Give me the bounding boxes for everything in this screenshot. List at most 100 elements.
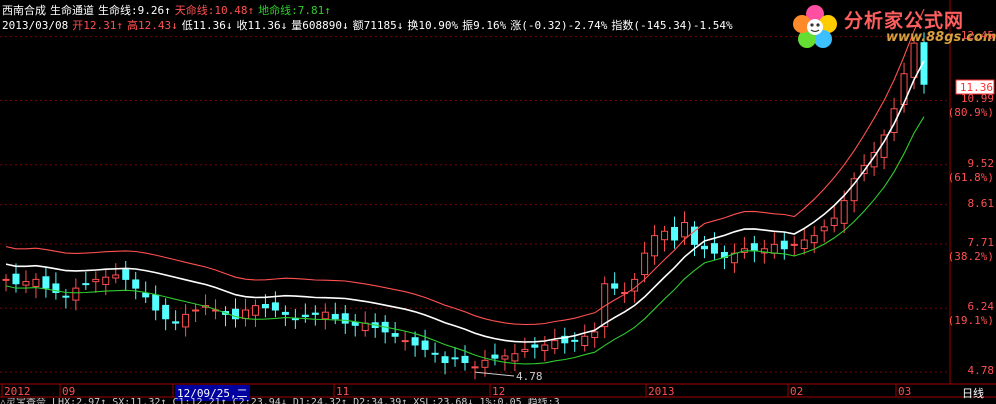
candlestick-series [2, 32, 928, 380]
candle-down [331, 313, 339, 320]
candle-down [261, 303, 269, 309]
candle-up [651, 235, 659, 257]
low-marker-leader [474, 371, 515, 377]
fib-ratio-label: (61.8%) [947, 170, 994, 184]
candle-down [311, 312, 319, 315]
candle-up [790, 243, 798, 246]
candle-up [820, 226, 828, 232]
candle-up [401, 340, 409, 343]
period-low-annotation: 4.78 [516, 370, 543, 383]
price-tick-label: 8.61 [967, 196, 995, 210]
candle-down [281, 311, 289, 315]
candle-down [750, 243, 758, 252]
time-tick-label: 11 [336, 385, 350, 398]
high-price: 高12.43 [126, 19, 172, 32]
candle-down [42, 276, 50, 289]
candle-up [92, 278, 100, 283]
candle-down [391, 333, 399, 337]
candle-up [321, 311, 329, 320]
candle-down [780, 240, 788, 250]
candle-down [421, 340, 429, 350]
candle-up [471, 366, 479, 369]
candle-down [162, 304, 170, 320]
flower-logo-icon [793, 5, 837, 48]
time-tick-label: 02 [790, 385, 804, 398]
down-arrow-icon: ↓ [341, 19, 349, 32]
candle-up [661, 230, 669, 241]
candle-down [12, 273, 20, 285]
down-arrow-icon: ↓ [280, 19, 288, 32]
time-tick-label: 03 [898, 385, 912, 398]
candle-up [22, 281, 30, 286]
candle-up [521, 348, 529, 353]
price-tick-label: 9.52 [967, 156, 995, 170]
candle-up [2, 278, 10, 281]
candle-up [182, 313, 190, 328]
candle-down [441, 356, 449, 363]
candle-down [301, 314, 309, 318]
candle-down [62, 295, 70, 298]
open-price: 开12.31 [72, 19, 117, 32]
candle-up [72, 287, 80, 301]
indicator-name[interactable]: 西南合成 [2, 4, 46, 17]
candle-down [142, 292, 150, 298]
candle-up [501, 355, 509, 360]
indicator-header: 西南合成 生命通道 生命线:9.26↑ 天命线:10.48↑ 地命线:7.81↑ [2, 4, 335, 18]
candle-down [531, 344, 539, 348]
candle-down [411, 337, 419, 346]
index-change: 指数(-145.34)-1.54% [611, 19, 733, 32]
volume: 量608890 [291, 19, 342, 32]
low-price: 低11.36 [181, 19, 226, 32]
life-line-value: 生命线:9.26 [98, 4, 165, 17]
candle-down [671, 226, 679, 241]
candle-down [132, 279, 140, 289]
up-arrow-icon: ↑ [324, 4, 331, 17]
kline-chart[interactable] [0, 0, 996, 404]
candle-up [810, 235, 818, 244]
close-price: 收11.36 [236, 19, 281, 32]
candle-down [491, 354, 499, 359]
candle-up [830, 217, 838, 226]
candle-up [192, 309, 200, 312]
time-tick-label: 12 [492, 385, 506, 398]
candle-down [431, 352, 439, 355]
down-arrow-icon: ↓ [171, 19, 178, 32]
candle-up [641, 252, 649, 276]
time-tick-label: 2012 [4, 385, 31, 398]
earth-line-value: 地命线:7.81 [258, 4, 325, 17]
candle-up [251, 305, 259, 316]
site-logo[interactable]: 分析家公式网 www.88gs.com [792, 2, 996, 50]
down-arrow-icon: ↓ [396, 19, 404, 32]
time-tick-label: 2013 [648, 385, 675, 398]
candle-down [271, 302, 279, 311]
up-arrow-icon: ↑ [247, 4, 255, 17]
channel-name: 生命通道 [50, 4, 94, 17]
quote-date: 2013/03/08 [2, 19, 69, 32]
logo-brand-text: 分析家公式网 [844, 10, 965, 32]
candle-up [581, 335, 589, 347]
indicator-lines [5, 8, 925, 377]
up-arrow-icon: ↑ [164, 4, 171, 17]
indicator-line [5, 60, 925, 343]
indicator-line [5, 8, 925, 326]
candle-up [511, 353, 519, 362]
quote-header: 2013/03/08 开12.31↑ 高12.43↓ 低11.36↓ 收11.36↓ 量6… [2, 19, 737, 33]
price-tick-label: 10.99 [960, 92, 994, 106]
candle-up [102, 276, 110, 285]
candle-down [291, 318, 299, 321]
candle-down [571, 339, 579, 342]
current-price-label: 11.36 [959, 81, 993, 94]
candle-up [681, 222, 689, 238]
down-arrow-icon: ↓ [225, 19, 233, 32]
candle-up [112, 274, 120, 279]
candle-down [700, 245, 708, 250]
price-tick-label: 6.24 [967, 300, 995, 314]
candle-up [551, 340, 559, 350]
candle-down [461, 355, 469, 363]
indicator-line [5, 116, 925, 365]
candle-down [122, 269, 130, 280]
fib-ratio-label: (19.1%) [947, 314, 994, 328]
candle-up [241, 309, 249, 320]
candle-up [840, 200, 848, 224]
candle-down [611, 283, 619, 289]
